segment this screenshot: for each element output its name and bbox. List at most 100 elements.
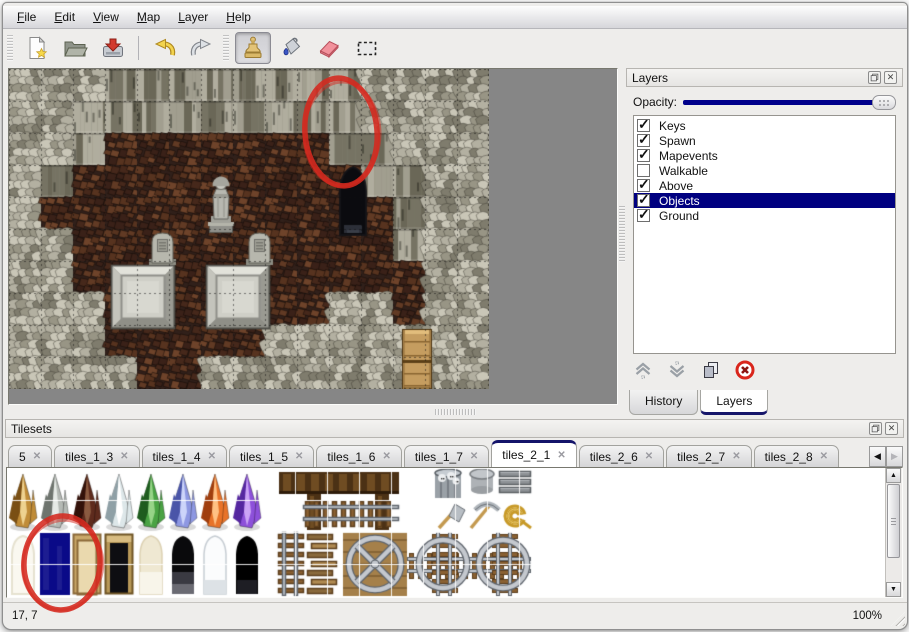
tileset-tab-tiles_1_4[interactable]: tiles_1_4✕ bbox=[142, 445, 227, 467]
scroll-down-button[interactable]: ▼ bbox=[886, 582, 901, 597]
save-file-button[interactable] bbox=[95, 32, 131, 64]
duplicate-icon bbox=[700, 359, 722, 381]
menu-item-map[interactable]: Map bbox=[128, 7, 169, 27]
layers-panel: Layers ✕ Opacity: ✓Keys✓Spawn✓MapeventsW… bbox=[626, 68, 903, 415]
tab-scroll-left-button[interactable]: ◀ bbox=[869, 446, 886, 467]
zoom-level: 100% bbox=[853, 610, 882, 622]
tab-close-icon[interactable]: ✕ bbox=[645, 451, 653, 462]
layer-name-label: Above bbox=[659, 179, 693, 193]
float-tilesets-button[interactable] bbox=[869, 422, 882, 435]
eraser-tool-button[interactable] bbox=[311, 32, 347, 64]
layer-row-objects[interactable]: ✓Objects bbox=[634, 193, 895, 208]
close-icon: ✕ bbox=[888, 424, 896, 433]
delete-layer-button[interactable] bbox=[732, 357, 757, 382]
menu-item-help[interactable]: Help bbox=[217, 7, 260, 27]
tab-close-icon[interactable]: ✕ bbox=[557, 450, 565, 461]
opacity-row: Opacity: bbox=[626, 92, 903, 112]
layer-row-ground[interactable]: ✓Ground bbox=[634, 208, 895, 223]
float-panel-button[interactable] bbox=[868, 71, 881, 84]
move-layer-down-button[interactable] bbox=[664, 357, 689, 382]
scroll-up-button[interactable]: ▲ bbox=[886, 468, 901, 483]
select-tool-button[interactable] bbox=[349, 32, 385, 64]
close-tilesets-button[interactable]: ✕ bbox=[885, 422, 898, 435]
tab-close-icon[interactable]: ✕ bbox=[208, 451, 216, 462]
layer-visibility-checkbox[interactable]: ✓ bbox=[637, 149, 650, 162]
selection-rectangle-icon bbox=[354, 35, 380, 61]
move-down-icon bbox=[666, 359, 688, 381]
tileset-tab-tiles_2_7[interactable]: tiles_2_7✕ bbox=[666, 445, 751, 467]
scroll-up-icon: ▲ bbox=[890, 472, 897, 479]
scroll-down-icon: ▼ bbox=[890, 586, 897, 593]
tileset-canvas[interactable] bbox=[7, 468, 881, 597]
tab-scroll-right-button[interactable]: ▶ bbox=[886, 446, 903, 467]
tileset-body: ▲ ▼ bbox=[6, 467, 903, 598]
layer-toolbar bbox=[630, 357, 757, 382]
tab-close-icon[interactable]: ✕ bbox=[470, 451, 478, 462]
stamp-tool-button[interactable] bbox=[235, 32, 271, 64]
new-file-icon bbox=[24, 35, 50, 61]
scrollbar-thumb[interactable] bbox=[887, 484, 900, 558]
tilesets-panel-title: Tilesets bbox=[11, 422, 866, 436]
tileset-tab-tiles_2_8[interactable]: tiles_2_8✕ bbox=[754, 445, 839, 467]
tileset-tab-tiles_1_5[interactable]: tiles_1_5 ✕ bbox=[229, 445, 314, 467]
opacity-slider-handle[interactable] bbox=[872, 95, 896, 110]
status-bar: 17, 7 100% bbox=[3, 602, 907, 628]
tileset-tab-tiles_1_6[interactable]: tiles_1_6✕ bbox=[316, 445, 401, 467]
layer-row-above[interactable]: ✓Above bbox=[634, 178, 895, 193]
menu-item-file[interactable]: File bbox=[8, 7, 45, 27]
tab-close-icon[interactable]: ✕ bbox=[120, 451, 128, 462]
menu-item-edit[interactable]: Edit bbox=[45, 7, 84, 27]
menu-bar: FileEditViewMapLayerHelp bbox=[3, 6, 907, 29]
vertical-splitter[interactable] bbox=[619, 206, 625, 263]
undo-button[interactable] bbox=[146, 32, 182, 64]
opacity-slider[interactable] bbox=[683, 95, 896, 110]
menu-item-layer[interactable]: Layer bbox=[169, 7, 217, 27]
layer-name-label: Spawn bbox=[659, 134, 696, 148]
toolbar-drag-handle-2[interactable] bbox=[223, 35, 229, 61]
tab-scroll-buttons: ◀▶ bbox=[869, 446, 903, 467]
tileset-scrollbar[interactable]: ▲ ▼ bbox=[885, 468, 902, 597]
duplicate-layer-button[interactable] bbox=[698, 357, 723, 382]
tileset-tab-tiles_2_1[interactable]: tiles_2_1 ✕ bbox=[491, 440, 576, 467]
float-icon bbox=[870, 73, 879, 82]
tab-layers[interactable]: Layers bbox=[700, 390, 768, 415]
tileset-tab-5[interactable]: 5✕ bbox=[8, 445, 52, 467]
tab-label: tiles_1_5 bbox=[240, 450, 288, 464]
redo-button[interactable] bbox=[184, 32, 220, 64]
tab-label: 5 bbox=[19, 450, 26, 464]
panel-tab-bar: HistoryLayers bbox=[629, 390, 770, 415]
layer-list: ✓Keys✓Spawn✓MapeventsWalkable✓Above✓Obje… bbox=[633, 115, 896, 354]
tab-close-icon[interactable]: ✕ bbox=[820, 451, 828, 462]
close-panel-button[interactable]: ✕ bbox=[884, 71, 897, 84]
main-toolbar bbox=[3, 29, 907, 66]
tab-close-icon[interactable]: ✕ bbox=[732, 451, 740, 462]
window-resize-grip[interactable] bbox=[891, 612, 905, 626]
tab-history[interactable]: History bbox=[629, 390, 698, 415]
layer-name-label: Objects bbox=[659, 194, 700, 208]
layer-row-mapevents[interactable]: ✓Mapevents bbox=[634, 148, 895, 163]
layer-row-spawn[interactable]: ✓Spawn bbox=[634, 133, 895, 148]
layer-visibility-checkbox[interactable]: ✓ bbox=[637, 209, 650, 222]
tab-close-icon[interactable]: ✕ bbox=[295, 451, 303, 462]
open-file-button[interactable] bbox=[57, 32, 93, 64]
tileset-tab-tiles_1_3[interactable]: tiles_1_3✕ bbox=[54, 445, 139, 467]
layer-row-keys[interactable]: ✓Keys bbox=[634, 118, 895, 133]
horizontal-splitter[interactable] bbox=[435, 409, 477, 415]
new-file-button[interactable] bbox=[19, 32, 55, 64]
layer-name-label: Keys bbox=[659, 119, 686, 133]
layers-panel-title: Layers bbox=[632, 71, 865, 85]
layer-row-walkable[interactable]: Walkable bbox=[634, 163, 895, 178]
move-layer-up-button[interactable] bbox=[630, 357, 655, 382]
toolbar-drag-handle[interactable] bbox=[7, 35, 13, 61]
tileset-tab-tiles_2_6[interactable]: tiles_2_6✕ bbox=[579, 445, 664, 467]
opacity-slider-track[interactable] bbox=[683, 100, 894, 105]
tab-close-icon[interactable]: ✕ bbox=[33, 451, 41, 462]
map-canvas[interactable] bbox=[9, 69, 489, 389]
menu-item-view[interactable]: View bbox=[84, 7, 128, 27]
open-folder-icon bbox=[62, 35, 88, 61]
redo-icon bbox=[189, 35, 215, 61]
tab-close-icon[interactable]: ✕ bbox=[382, 451, 390, 462]
tab-label: tiles_2_1 bbox=[502, 448, 550, 462]
fill-tool-button[interactable] bbox=[273, 32, 309, 64]
tileset-tab-tiles_1_7[interactable]: tiles_1_7✕ bbox=[404, 445, 489, 467]
